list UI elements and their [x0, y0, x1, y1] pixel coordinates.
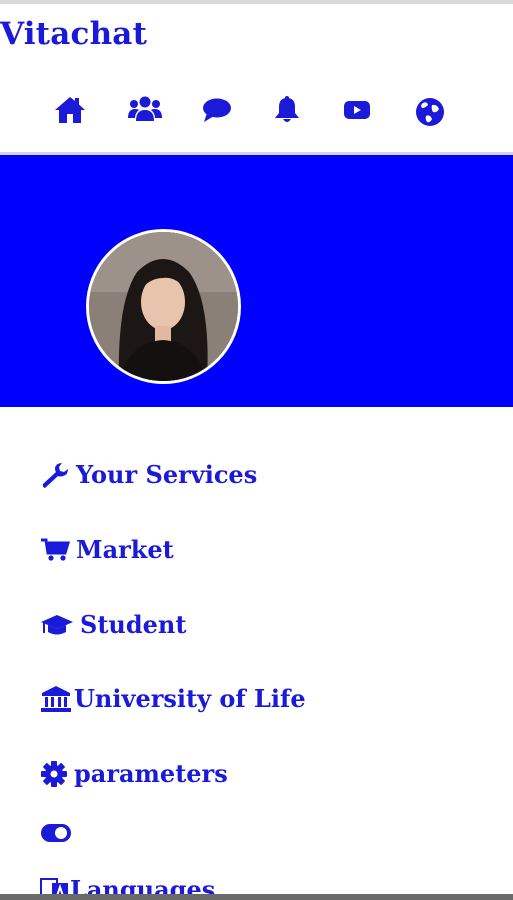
chat-icon[interactable] [198, 92, 236, 128]
university-icon [40, 685, 72, 713]
gear-icon [40, 760, 68, 788]
profile-banner [0, 155, 513, 407]
toggle-icon [40, 822, 72, 844]
menu-label: Market [76, 535, 174, 564]
graduation-cap-icon [40, 612, 74, 638]
home-icon[interactable] [51, 92, 89, 128]
avatar[interactable] [86, 229, 241, 384]
menu-item-student[interactable]: Student [40, 610, 186, 639]
menu-item-market[interactable]: Market [40, 535, 174, 564]
users-icon[interactable] [126, 92, 164, 128]
menu-label: parameters [74, 759, 228, 788]
youtube-icon[interactable] [338, 92, 376, 128]
top-nav [0, 92, 513, 132]
theme-toggle[interactable] [40, 822, 72, 844]
cart-icon [40, 537, 70, 563]
globe-icon[interactable] [411, 92, 449, 128]
top-rule [0, 0, 513, 4]
menu-item-parameters[interactable]: parameters [40, 759, 228, 788]
wrench-icon [40, 461, 70, 489]
app-title: Vitachat [0, 16, 148, 52]
menu-item-your-services[interactable]: Your Services [40, 460, 257, 489]
bottom-edge [0, 894, 513, 900]
menu-label: Student [80, 610, 187, 639]
bell-icon[interactable] [268, 92, 306, 128]
menu-label: University of Life [74, 684, 306, 713]
menu-label: Your Services [76, 460, 258, 489]
menu-item-university-of-life[interactable]: University of Life [40, 684, 306, 713]
